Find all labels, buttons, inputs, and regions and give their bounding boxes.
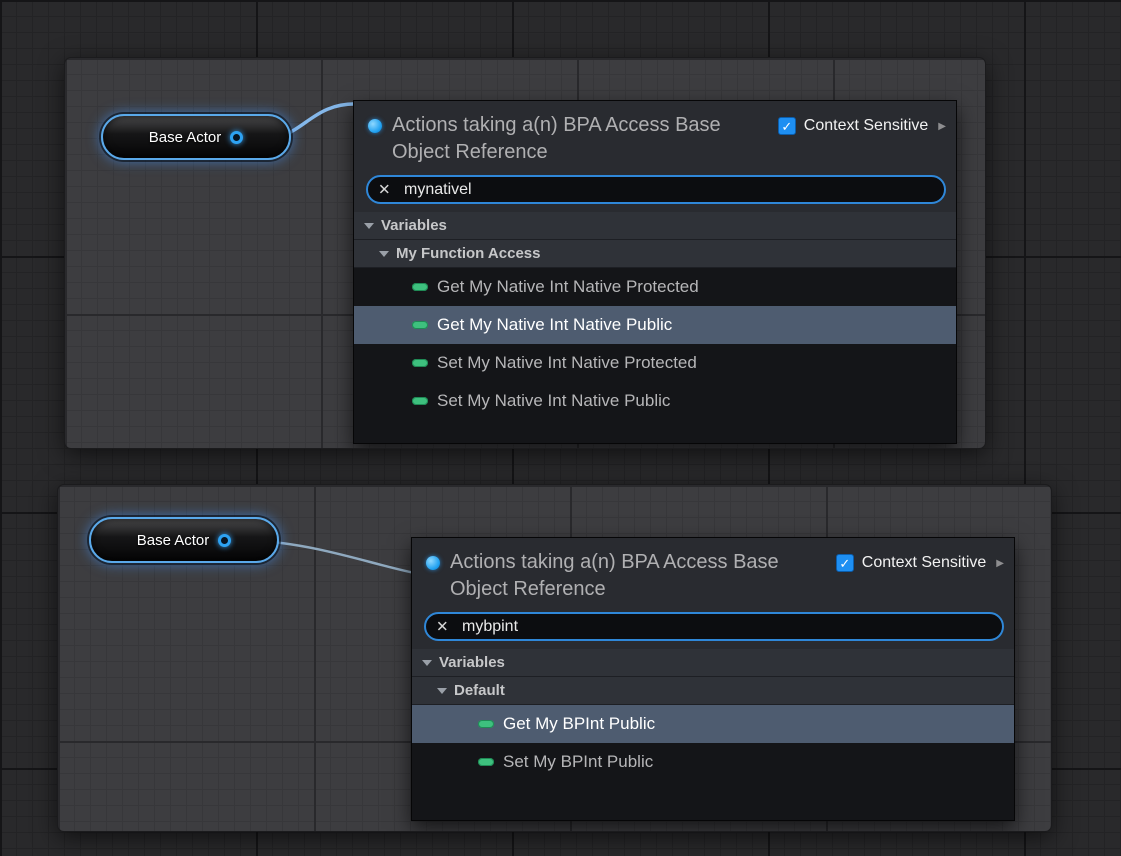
blueprint-action-menu: Actions taking a(n) BPA Access Base Obje… bbox=[353, 100, 957, 444]
action-item-label: Set My Native Int Native Public bbox=[437, 391, 670, 411]
blueprint-action-menu: Actions taking a(n) BPA Access Base Obje… bbox=[411, 537, 1015, 821]
context-sensitive-checkbox[interactable]: ✓ bbox=[778, 117, 796, 135]
search-box[interactable]: ✕ bbox=[424, 612, 1004, 641]
action-list: Variables Default Get My BPInt Public Se… bbox=[412, 649, 1014, 820]
action-item-label: Get My BPInt Public bbox=[503, 714, 655, 734]
clear-search-icon[interactable]: ✕ bbox=[378, 182, 391, 197]
base-actor-node[interactable]: Base Actor bbox=[101, 114, 291, 160]
collapse-triangle-icon[interactable] bbox=[379, 251, 389, 257]
action-search-input[interactable] bbox=[366, 175, 946, 204]
object-reference-pin-icon bbox=[426, 556, 440, 570]
node-title: Base Actor bbox=[149, 129, 222, 146]
menu-header: Actions taking a(n) BPA Access Base Obje… bbox=[354, 101, 956, 212]
object-output-pin-icon[interactable] bbox=[230, 131, 243, 144]
collapse-triangle-icon[interactable] bbox=[364, 223, 374, 229]
category-default[interactable]: Default bbox=[412, 677, 1014, 705]
chevron-right-icon[interactable]: ▶ bbox=[938, 121, 946, 132]
wire-path[interactable] bbox=[256, 541, 420, 574]
action-item-selected[interactable]: Get My BPInt Public bbox=[412, 705, 1014, 743]
search-box[interactable]: ✕ bbox=[366, 175, 946, 204]
check-icon: ✓ bbox=[839, 557, 850, 570]
node-title: Base Actor bbox=[137, 532, 210, 549]
context-sensitive-label: Context Sensitive bbox=[862, 554, 987, 572]
menu-title: Actions taking a(n) BPA Access Base Obje… bbox=[450, 549, 795, 603]
action-item[interactable]: Get My Native Int Native Protected bbox=[354, 268, 956, 306]
action-item-label: Get My Native Int Native Public bbox=[437, 315, 672, 335]
blueprint-graph-panel-top[interactable]: Base Actor Actions taking a(n) BPA Acces… bbox=[64, 57, 986, 449]
variable-pill-icon bbox=[412, 321, 428, 329]
blueprint-graph-panel-bottom[interactable]: Base Actor Actions taking a(n) BPA Acces… bbox=[57, 484, 1052, 832]
variable-pill-icon bbox=[478, 720, 494, 728]
subcategory-label: Default bbox=[454, 682, 505, 699]
variable-pill-icon bbox=[412, 283, 428, 291]
context-sensitive-label: Context Sensitive bbox=[804, 117, 929, 135]
object-output-pin-icon[interactable] bbox=[218, 534, 231, 547]
action-search-input[interactable] bbox=[424, 612, 1004, 641]
category-label: Variables bbox=[381, 217, 447, 234]
context-sensitive-control[interactable]: ✓ Context Sensitive ▶ bbox=[836, 554, 1004, 572]
clear-search-icon[interactable]: ✕ bbox=[436, 619, 449, 634]
variable-pill-icon bbox=[412, 397, 428, 405]
menu-title: Actions taking a(n) BPA Access Base Obje… bbox=[392, 112, 737, 166]
collapse-triangle-icon[interactable] bbox=[437, 688, 447, 694]
action-list: Variables My Function Access Get My Nati… bbox=[354, 212, 956, 443]
action-item-selected[interactable]: Get My Native Int Native Public bbox=[354, 306, 956, 344]
action-item[interactable]: Set My BPInt Public bbox=[412, 743, 1014, 781]
chevron-right-icon[interactable]: ▶ bbox=[996, 558, 1004, 569]
subcategory-label: My Function Access bbox=[396, 245, 540, 262]
object-reference-pin-icon bbox=[368, 119, 382, 133]
category-label: Variables bbox=[439, 654, 505, 671]
action-item[interactable]: Set My Native Int Native Protected bbox=[354, 344, 956, 382]
action-item-label: Get My Native Int Native Protected bbox=[437, 277, 699, 297]
action-item-label: Set My Native Int Native Protected bbox=[437, 353, 697, 373]
action-item[interactable]: Set My Native Int Native Public bbox=[354, 382, 956, 420]
action-item-label: Set My BPInt Public bbox=[503, 752, 653, 772]
category-my-function-access[interactable]: My Function Access bbox=[354, 240, 956, 268]
check-icon: ✓ bbox=[781, 120, 792, 133]
collapse-triangle-icon[interactable] bbox=[422, 660, 432, 666]
variable-pill-icon bbox=[478, 758, 494, 766]
variable-pill-icon bbox=[412, 359, 428, 367]
base-actor-node[interactable]: Base Actor bbox=[89, 517, 279, 563]
context-sensitive-checkbox[interactable]: ✓ bbox=[836, 554, 854, 572]
blueprint-desktop: { "colors": { "accent_blue": "#2f87d8", … bbox=[0, 0, 1121, 856]
context-sensitive-control[interactable]: ✓ Context Sensitive ▶ bbox=[778, 117, 946, 135]
menu-header: Actions taking a(n) BPA Access Base Obje… bbox=[412, 538, 1014, 649]
category-variables[interactable]: Variables bbox=[412, 649, 1014, 677]
category-variables[interactable]: Variables bbox=[354, 212, 956, 240]
